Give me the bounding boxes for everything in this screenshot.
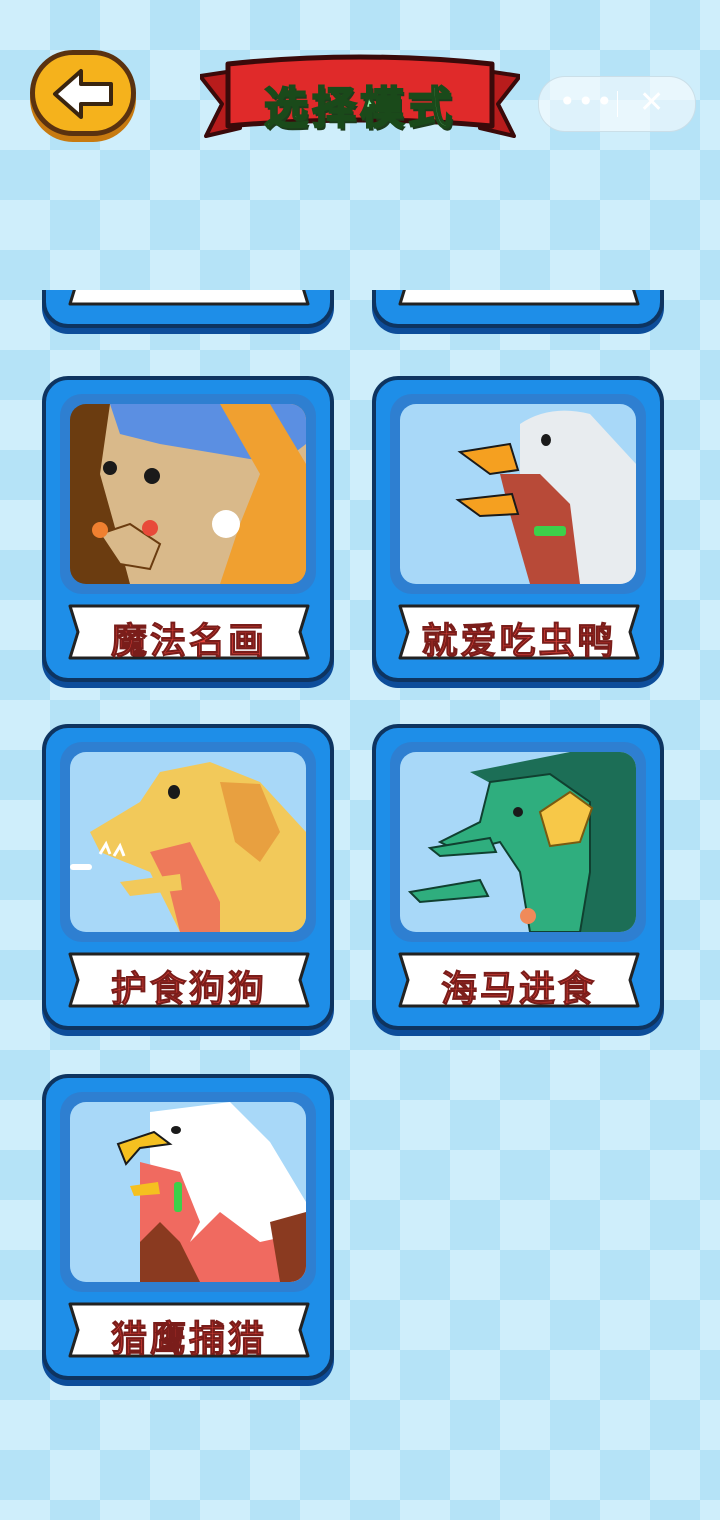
back-button[interactable]	[30, 50, 136, 136]
mode-card-seahorse[interactable]: 海马进食	[372, 724, 664, 1030]
girl-with-pearl-earring-painting-icon	[70, 404, 306, 584]
more-dots-icon[interactable]: •••	[559, 85, 615, 118]
mode-card-eagle[interactable]: 猎鹰捕猎	[42, 1074, 334, 1380]
mode-card-partial[interactable]	[372, 290, 664, 328]
dog-with-bone-icon	[70, 752, 306, 932]
title-banner: 选择模式	[198, 52, 522, 144]
mode-thumbnail	[60, 394, 316, 594]
label-ribbon	[64, 290, 314, 308]
page-title: 选择模式	[263, 82, 456, 135]
label-ribbon: 魔法名画	[64, 602, 314, 663]
duck-eating-bug-icon	[400, 404, 636, 584]
label-ribbon	[394, 290, 644, 308]
mode-card-painting[interactable]: 魔法名画	[42, 376, 334, 682]
mode-grid[interactable]: 魔法名画 就爱吃虫鸭 护食狗狗 海马进食 猎鹰捕猎	[0, 290, 720, 1520]
mode-card-dog[interactable]: 护食狗狗	[42, 724, 334, 1030]
capsule-divider	[617, 91, 618, 117]
mode-thumbnail	[60, 1092, 316, 1292]
label-ribbon: 猎鹰捕猎	[64, 1300, 314, 1361]
label-ribbon: 护食狗狗	[64, 950, 314, 1011]
close-icon[interactable]: ✕	[639, 85, 664, 120]
mode-label: 就爱吃虫鸭	[421, 621, 617, 663]
mode-card-duck[interactable]: 就爱吃虫鸭	[372, 376, 664, 682]
mode-label: 猎鹰捕猎	[110, 1319, 267, 1361]
mode-thumbnail	[390, 742, 646, 942]
seahorse-eating-shrimp-icon	[400, 752, 636, 932]
mode-thumbnail	[60, 742, 316, 942]
mode-label: 海马进食	[440, 969, 597, 1011]
back-arrow-icon	[53, 69, 113, 119]
label-ribbon: 就爱吃虫鸭	[394, 602, 644, 663]
label-ribbon: 海马进食	[394, 950, 644, 1011]
mode-card-partial[interactable]	[42, 290, 334, 328]
mode-thumbnail	[390, 394, 646, 594]
eagle-hunting-icon	[70, 1102, 306, 1282]
mode-label: 护食狗狗	[110, 969, 267, 1011]
mode-label: 魔法名画	[110, 621, 267, 663]
mini-program-capsule: ••• ✕	[538, 76, 696, 132]
